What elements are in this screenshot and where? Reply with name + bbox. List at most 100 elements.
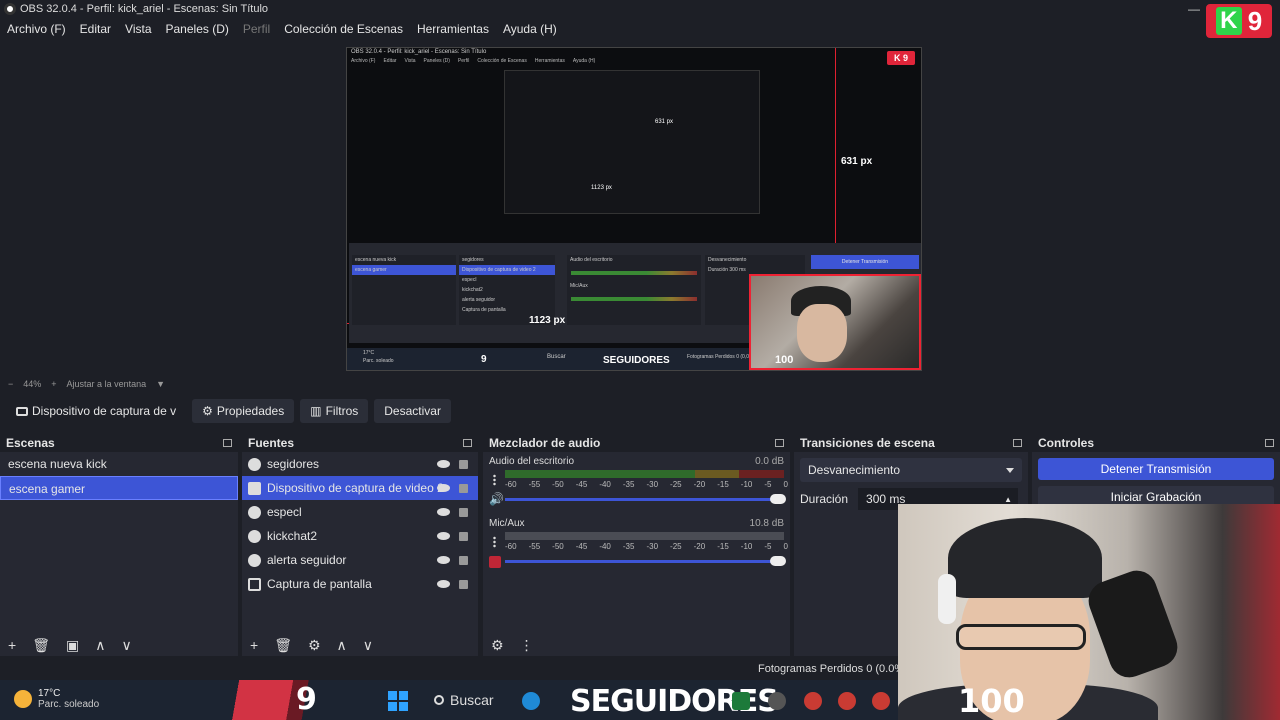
source-item[interactable]: Captura de pantalla xyxy=(242,572,478,596)
monitor-icon xyxy=(248,577,261,591)
meter-yellow xyxy=(694,470,740,478)
more-icon[interactable] xyxy=(493,536,496,548)
filter-icon[interactable]: ▣ xyxy=(66,637,79,654)
eye-icon[interactable] xyxy=(437,484,450,492)
minimize-button[interactable]: — xyxy=(1188,2,1200,16)
trash-icon[interactable]: 🗑 xyxy=(32,637,50,654)
chrome-icon[interactable] xyxy=(838,692,856,710)
add-icon[interactable]: + xyxy=(8,637,16,653)
channel-db: 10.8 dB xyxy=(749,518,784,529)
taskbar-search[interactable]: Buscar xyxy=(434,692,494,708)
advanced-audio-icon[interactable]: ⚙ xyxy=(491,637,504,654)
menu-coleccion-escenas[interactable]: Colección de Escenas xyxy=(277,22,410,36)
eye-icon[interactable] xyxy=(437,556,450,564)
nested-menu-item: Ayuda (H) xyxy=(572,58,596,64)
undock-icon[interactable] xyxy=(223,439,232,447)
sources-dock-header: Fuentes xyxy=(242,434,478,452)
lock-icon[interactable] xyxy=(459,531,468,541)
globe-icon xyxy=(248,505,261,519)
slider-knob[interactable] xyxy=(770,556,786,566)
sources-dock-title: Fuentes xyxy=(248,436,295,450)
undock-icon[interactable] xyxy=(463,439,472,447)
eye-icon[interactable] xyxy=(437,508,450,516)
scene-item-selected[interactable]: escena gamer xyxy=(0,476,238,500)
menu-vista[interactable]: Vista xyxy=(118,22,158,36)
excel-icon[interactable] xyxy=(732,692,750,710)
lock-icon[interactable] xyxy=(459,555,468,565)
stop-stream-button[interactable]: Detener Transmisión xyxy=(1038,458,1274,480)
spin-up-icon[interactable]: ▲ xyxy=(1004,495,1012,504)
chrome-icon[interactable] xyxy=(804,692,822,710)
source-item[interactable]: especl xyxy=(242,500,478,524)
filters-button[interactable]: ▥ Filtros xyxy=(300,399,369,423)
obs-taskbar-icon[interactable] xyxy=(768,692,786,710)
menu-archivo[interactable]: Archivo (F) xyxy=(0,22,73,36)
nested-source-item: alerta seguidor xyxy=(462,297,496,303)
eye-icon[interactable] xyxy=(437,460,450,468)
chevron-down-icon[interactable]: ∨ xyxy=(363,637,373,654)
scenes-footer: + 🗑 ▣ ∧ ∨ xyxy=(0,634,238,656)
trash-icon[interactable]: 🗑 xyxy=(274,637,292,654)
menu-editar[interactable]: Editar xyxy=(73,22,118,36)
volume-slider[interactable] xyxy=(505,556,786,566)
px-width-label: 1123 px xyxy=(529,315,566,326)
menu-perfil[interactable]: Perfil xyxy=(236,22,277,36)
preview-canvas[interactable]: OBS 32.0.4 - Perfil: kick_ariel - Escena… xyxy=(346,47,922,371)
lock-icon[interactable] xyxy=(459,507,468,517)
source-item-selected[interactable]: Dispositivo de captura de video 2 xyxy=(242,476,478,500)
meter-ticks: -60 -55 -50 -45 -40 -35 -30 -25 -20 -15 … xyxy=(505,480,788,489)
nested-menu-item: Vista xyxy=(404,58,416,64)
source-item[interactable]: kickchat2 xyxy=(242,524,478,548)
menu-herramientas[interactable]: Herramientas xyxy=(410,22,496,36)
weather-widget[interactable]: 17°C Parc. soleado xyxy=(14,688,99,710)
weather-condition: Parc. soleado xyxy=(38,699,100,710)
more-icon[interactable] xyxy=(493,474,496,486)
chrome-icon[interactable] xyxy=(872,692,890,710)
camera-icon xyxy=(16,406,28,416)
chevron-down-icon[interactable]: ▼ xyxy=(156,379,165,389)
undock-icon[interactable] xyxy=(1265,439,1274,447)
chevron-up-icon[interactable]: ∧ xyxy=(337,637,347,654)
undock-icon[interactable] xyxy=(1013,439,1022,447)
lock-icon[interactable] xyxy=(459,459,468,469)
sources-footer: + 🗑 ⚙ ∧ ∨ xyxy=(242,634,478,656)
microphone-shape xyxy=(1083,565,1183,683)
px-height-label: 631 px xyxy=(841,156,873,167)
speaker-icon[interactable]: 🔊 xyxy=(489,492,504,506)
scenes-list: escena nueva kick escena gamer xyxy=(0,452,238,632)
deactivate-button[interactable]: Desactivar xyxy=(374,399,451,423)
windows-start-icon[interactable] xyxy=(388,691,408,711)
zoom-out-button[interactable]: − xyxy=(8,379,13,389)
nested-stats: Fotogramas Perdidos 0 (0,0%) xyxy=(687,354,756,360)
menu-ayuda[interactable]: Ayuda (H) xyxy=(496,22,564,36)
chevron-up-icon[interactable]: ∧ xyxy=(95,637,105,654)
muted-speaker-icon[interactable] xyxy=(489,556,501,568)
eye-icon[interactable] xyxy=(437,580,450,588)
more-icon[interactable]: ⋮ xyxy=(520,637,534,654)
mixer-body: Audio del escritorio 0.0 dB -60 -55 -50 … xyxy=(483,452,790,632)
eye-icon[interactable] xyxy=(437,532,450,540)
chevron-down-icon[interactable]: ∨ xyxy=(121,637,131,654)
lock-icon[interactable] xyxy=(459,579,468,589)
add-icon[interactable]: + xyxy=(250,637,258,653)
tick-label: -45 xyxy=(575,542,588,551)
zoom-in-button[interactable]: + xyxy=(51,379,56,389)
fit-window-label[interactable]: Ajustar a la ventana xyxy=(67,379,147,389)
menu-paneles[interactable]: Paneles (D) xyxy=(159,22,236,36)
nested-seguidores: SEGUIDORES xyxy=(603,355,670,366)
undock-icon[interactable] xyxy=(775,439,784,447)
nested-source-item: Captura de pantalla xyxy=(462,307,506,313)
volume-slider[interactable] xyxy=(505,494,786,504)
transition-select[interactable]: Desvanecimiento xyxy=(800,458,1022,482)
source-item[interactable]: segidores xyxy=(242,452,478,476)
properties-button[interactable]: ⚙ Propiedades xyxy=(192,399,295,423)
gear-icon[interactable]: ⚙ xyxy=(308,637,321,654)
source-item[interactable]: alerta seguidor xyxy=(242,548,478,572)
scene-item[interactable]: escena nueva kick xyxy=(0,452,238,476)
mixer-footer: ⚙ ⋮ xyxy=(483,634,790,656)
channel-db: 0.0 dB xyxy=(755,456,784,467)
edge-icon[interactable] xyxy=(522,692,540,710)
lock-icon[interactable] xyxy=(459,483,468,493)
slider-knob[interactable] xyxy=(770,494,786,504)
tick-label: -20 xyxy=(693,480,706,489)
